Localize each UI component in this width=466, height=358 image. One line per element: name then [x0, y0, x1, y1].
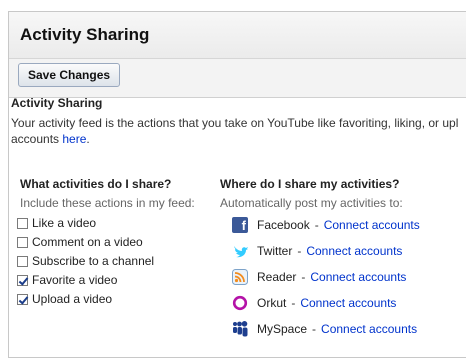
- section-description: Your activity feed is the actions that y…: [11, 115, 466, 147]
- destinations-subheading: Automatically post my activities to:: [220, 196, 403, 210]
- save-changes-button[interactable]: Save Changes: [18, 63, 121, 87]
- destinations-heading: Where do I share my activities?: [220, 177, 400, 191]
- separator: -: [314, 218, 319, 232]
- activity-subscribe-channel[interactable]: Subscribe to a channel: [17, 252, 154, 270]
- description-line-2: accounts here.: [11, 131, 466, 147]
- activity-like-video[interactable]: Like a video: [17, 214, 96, 232]
- myspace-name: MySpace: [257, 322, 308, 336]
- service-facebook: f Facebook - Connect accounts: [232, 215, 420, 235]
- upload-video-label: Upload a video: [32, 292, 113, 306]
- service-orkut: Orkut - Connect accounts: [232, 293, 396, 313]
- like-video-label: Like a video: [32, 216, 97, 230]
- upload-video-checkbox[interactable]: [17, 293, 28, 305]
- panel-header: Activity Sharing: [9, 12, 466, 59]
- subscribe-channel-checkbox[interactable]: [17, 255, 28, 267]
- activities-subheading: Include these actions in my feed:: [20, 196, 195, 210]
- description-prefix: accounts: [11, 132, 63, 146]
- description-line-1: Your activity feed is the actions that y…: [11, 116, 459, 130]
- description-suffix: .: [86, 132, 90, 146]
- favorite-video-checkbox[interactable]: [17, 274, 28, 286]
- here-link[interactable]: here: [62, 132, 86, 146]
- subscribe-channel-label: Subscribe to a channel: [32, 254, 155, 268]
- facebook-icon: f: [232, 217, 248, 233]
- activity-upload-video[interactable]: Upload a video: [17, 290, 112, 308]
- service-reader: Reader - Connect accounts: [232, 267, 406, 287]
- facebook-name: Facebook: [257, 218, 310, 232]
- activity-favorite-video[interactable]: Favorite a video: [17, 271, 117, 289]
- comment-video-label: Comment on a video: [32, 235, 143, 249]
- separator: -: [301, 270, 306, 284]
- orkut-icon: [232, 295, 248, 311]
- like-video-checkbox[interactable]: [17, 217, 28, 229]
- orkut-connect-link[interactable]: Connect accounts: [300, 296, 396, 310]
- reader-name: Reader: [257, 270, 297, 284]
- twitter-name: Twitter: [257, 244, 293, 258]
- page-title: Activity Sharing: [20, 25, 150, 44]
- section-title: Activity Sharing: [11, 96, 103, 110]
- facebook-connect-link[interactable]: Connect accounts: [324, 218, 420, 232]
- twitter-connect-link[interactable]: Connect accounts: [306, 244, 402, 258]
- activity-comment-video[interactable]: Comment on a video: [17, 233, 143, 251]
- service-myspace: MySpace - Connect accounts: [232, 319, 417, 339]
- toolbar: Save Changes: [9, 59, 466, 98]
- favorite-video-label: Favorite a video: [32, 273, 118, 287]
- separator: -: [291, 296, 296, 310]
- twitter-icon: [232, 243, 248, 259]
- comment-video-checkbox[interactable]: [17, 236, 28, 248]
- rss-icon: [232, 269, 248, 285]
- service-twitter: Twitter - Connect accounts: [232, 241, 402, 261]
- separator: -: [297, 244, 302, 258]
- activities-heading: What activities do I share?: [20, 177, 172, 191]
- myspace-icon: [232, 321, 248, 337]
- reader-connect-link[interactable]: Connect accounts: [310, 270, 406, 284]
- myspace-connect-link[interactable]: Connect accounts: [321, 322, 417, 336]
- orkut-name: Orkut: [257, 296, 287, 310]
- separator: -: [312, 322, 317, 336]
